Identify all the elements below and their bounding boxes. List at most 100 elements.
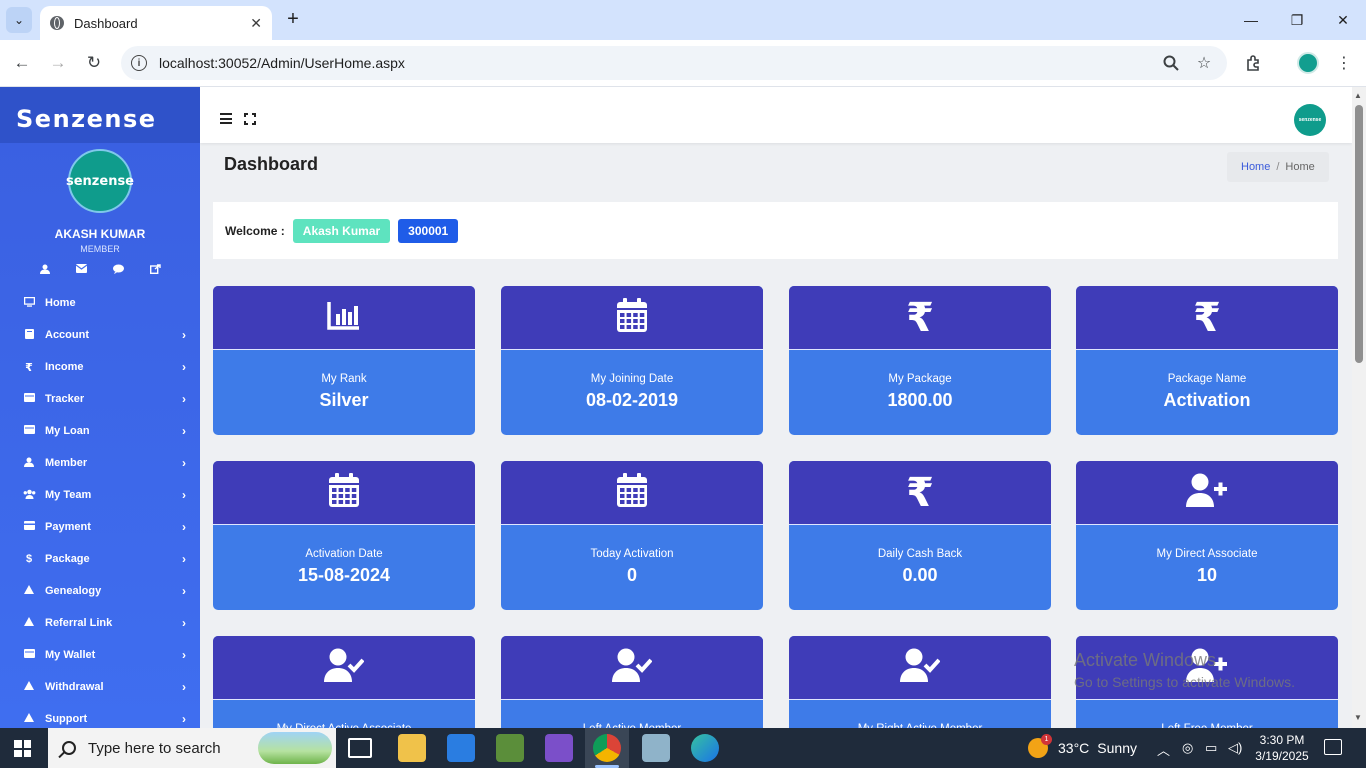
search-icon [62, 741, 76, 755]
sidebar-item-package[interactable]: $ Package › [0, 543, 200, 575]
network-icon[interactable]: ▭ [1205, 740, 1217, 756]
triangle-icon [22, 681, 36, 693]
forward-icon[interactable]: → [46, 52, 70, 74]
chrome-icon[interactable] [593, 734, 621, 762]
fullscreen-icon[interactable] [244, 113, 256, 125]
folder-icon [22, 425, 36, 437]
navbar-logo[interactable]: senzense [1294, 104, 1326, 136]
user-quick-links [0, 264, 200, 277]
zoom-icon[interactable] [1160, 52, 1182, 74]
address-bar[interactable]: i localhost:30052/Admin/UserHome.aspx [121, 46, 1227, 80]
address-url: localhost:30052/Admin/UserHome.aspx [159, 55, 405, 71]
chevron-up-icon[interactable]: ︿ [1157, 740, 1170, 759]
user-name-badge: Akash Kumar [292, 218, 391, 243]
app-icon[interactable] [496, 734, 524, 762]
windows-start-icon[interactable] [14, 740, 31, 757]
tab-search-button[interactable]: ⌄ [6, 7, 32, 33]
breadcrumb-current: Home [1285, 161, 1315, 173]
sun-icon: 1 [1028, 734, 1052, 758]
sidebar-item-account[interactable]: Account › [0, 319, 200, 351]
sidebar-item-payment[interactable]: Payment › [0, 511, 200, 543]
profile-avatar[interactable] [1297, 52, 1319, 74]
sidebar-item-my-team[interactable]: My Team › [0, 479, 200, 511]
sidebar-item-referral-link[interactable]: Referral Link › [0, 607, 200, 639]
windows-taskbar: Type here to search 1 33°C Sunny ︿ ◎ ▭ ◁… [0, 728, 1366, 768]
sidebar-item-withdrawal[interactable]: Withdrawal › [0, 671, 200, 703]
scrollbar-thumb[interactable] [1355, 105, 1363, 363]
taskbar-clock[interactable]: 3:30 PM 3/19/2025 [1250, 732, 1314, 764]
stat-card-today-activation: Today Activation 0 [501, 461, 763, 610]
avatar-logo-text: senzense [66, 173, 135, 189]
calendar-icon [617, 298, 647, 337]
rupee-icon: ₹ [906, 295, 934, 340]
chevron-right-icon: › [182, 328, 186, 342]
envelope-icon[interactable] [75, 264, 87, 277]
sidebar-item-member[interactable]: Member › [0, 447, 200, 479]
visual-studio-icon[interactable] [545, 734, 573, 762]
folder-icon [22, 393, 36, 405]
restore-button[interactable]: ❐ [1274, 0, 1320, 40]
logout-icon[interactable] [149, 264, 161, 277]
profile-user-icon[interactable] [39, 264, 50, 277]
task-view-icon[interactable] [348, 738, 372, 758]
chevron-right-icon: › [182, 360, 186, 374]
browser-tab[interactable]: Dashboard ✕ [40, 6, 272, 40]
reload-icon[interactable]: ↻ [82, 52, 106, 74]
site-info-icon[interactable]: i [131, 55, 147, 71]
sidebar-item-home[interactable]: Home [0, 287, 200, 319]
notification-icon[interactable] [1324, 739, 1342, 755]
close-window-button[interactable]: ✕ [1320, 0, 1366, 40]
book-icon [22, 328, 36, 342]
extensions-icon[interactable] [1243, 52, 1265, 74]
volume-icon[interactable]: ◁) [1228, 740, 1242, 756]
scroll-down-arrow[interactable]: ▼ [1354, 713, 1362, 722]
sidebar-item-my-loan[interactable]: My Loan › [0, 415, 200, 447]
bookmark-star-icon[interactable]: ☆ [1193, 52, 1215, 74]
card-value: 15-08-2024 [297, 565, 391, 585]
browser-menu-icon[interactable]: ⋮ [1333, 52, 1355, 74]
user-check-icon [612, 648, 653, 687]
new-tab-button[interactable]: + [282, 8, 304, 30]
card-value: Silver [319, 390, 369, 410]
top-navbar: senzense [200, 87, 1352, 143]
search-placeholder: Type here to search [88, 739, 221, 757]
globe-icon [50, 16, 64, 30]
stat-card-my-direct-associate: My Direct Associate 10 [1076, 461, 1338, 610]
sidebar: Senzense senzense AKASH KUMAR MEMBER Hom… [0, 87, 200, 728]
windows-activation-watermark: Activate Windows Go to Settings to activ… [1074, 650, 1295, 690]
rupee-icon: ₹ [1193, 295, 1221, 340]
card-value: 0.00 [902, 565, 938, 585]
folder-icon [22, 649, 36, 661]
triangle-icon [22, 713, 36, 725]
sidebar-item-my-wallet[interactable]: My Wallet › [0, 639, 200, 671]
sidebar-item-income[interactable]: ₹ Income › [0, 351, 200, 383]
taskbar-search[interactable]: Type here to search [48, 728, 336, 768]
minimize-button[interactable]: — [1228, 0, 1274, 40]
card-header [1076, 461, 1338, 525]
stat-card-my-direct-active-associate: My Direct Active Associate [213, 636, 475, 728]
store-icon[interactable] [447, 734, 475, 762]
close-tab-icon[interactable]: ✕ [250, 15, 262, 32]
user-icon [22, 457, 36, 470]
breadcrumb-home-link[interactable]: Home [1241, 161, 1270, 173]
sidebar-item-genealogy[interactable]: Genealogy › [0, 575, 200, 607]
file-explorer-icon[interactable] [398, 734, 426, 762]
card-value: Activation [1163, 390, 1251, 410]
edge-icon[interactable] [691, 734, 719, 762]
hamburger-menu-icon[interactable] [220, 113, 232, 124]
weather-widget[interactable]: 1 33°C Sunny [1028, 734, 1137, 758]
card-header: ₹ [789, 286, 1051, 350]
sidebar-item-support[interactable]: Support › [0, 703, 200, 728]
comment-icon[interactable] [112, 264, 124, 277]
chevron-right-icon: › [182, 712, 186, 726]
sidebar-item-tracker[interactable]: Tracker › [0, 383, 200, 415]
scroll-up-arrow[interactable]: ▲ [1354, 91, 1362, 100]
card-header [501, 461, 763, 525]
app-icon-2[interactable] [642, 734, 670, 762]
chevron-right-icon: › [182, 680, 186, 694]
user-check-icon [900, 648, 941, 687]
back-icon[interactable]: ← [10, 52, 34, 74]
page-scrollbar[interactable]: ▲ ▼ [1352, 87, 1366, 728]
meet-icon[interactable]: ◎ [1182, 740, 1193, 756]
chevron-right-icon: › [182, 584, 186, 598]
